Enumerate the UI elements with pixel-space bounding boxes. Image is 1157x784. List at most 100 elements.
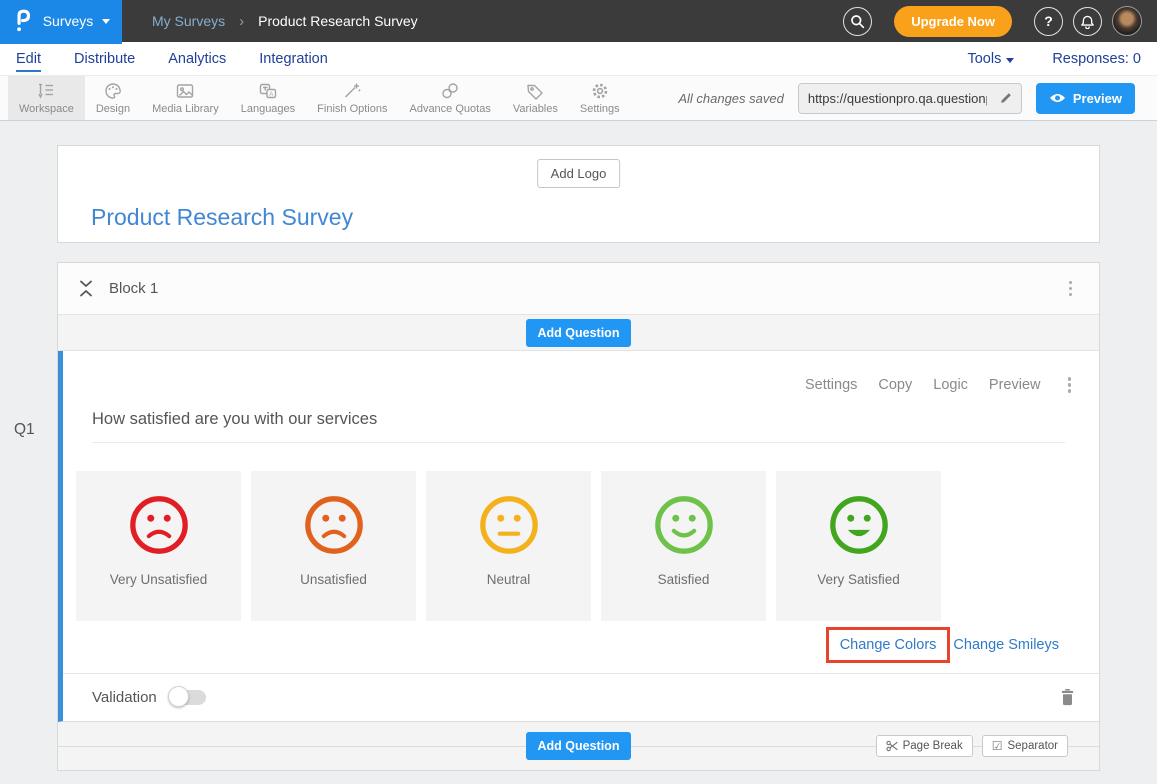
survey-header-card: Add Logo Product Research Survey — [57, 145, 1100, 243]
validation-toggle[interactable] — [170, 690, 206, 705]
toolbar-right: All changes saved Preview — [678, 76, 1149, 120]
image-icon — [175, 82, 195, 100]
smiley-frown-icon — [303, 494, 365, 556]
search-button[interactable] — [843, 7, 872, 36]
scissors-icon — [886, 740, 898, 752]
trash-icon — [1060, 688, 1075, 706]
breadcrumb-my-surveys[interactable]: My Surveys — [152, 13, 225, 29]
eye-icon — [1049, 92, 1066, 104]
add-question-row-top: Add Question — [58, 315, 1099, 351]
toggle-knob — [168, 686, 189, 707]
save-status: All changes saved — [678, 91, 784, 106]
search-icon — [850, 14, 865, 29]
user-avatar[interactable] — [1112, 6, 1142, 36]
checkbox-checked-icon: ☑ — [992, 740, 1003, 752]
toolbar-item-variables[interactable]: Variables — [502, 76, 569, 120]
subnav-right: Tools Responses: 0 — [967, 51, 1141, 67]
validation-label: Validation — [92, 689, 157, 706]
question-number-label: Q1 — [14, 421, 35, 439]
page-break-button[interactable]: Page Break — [876, 735, 973, 757]
svg-text:A: A — [269, 91, 273, 97]
change-smileys-link[interactable]: Change Smileys — [953, 637, 1059, 653]
question-actions: Settings Copy Logic Preview — [63, 351, 1099, 397]
top-navbar: Surveys My Surveys › Product Research Su… — [0, 0, 1157, 42]
tag-icon — [525, 82, 545, 100]
toolbar-item-workspace[interactable]: Workspace — [8, 76, 85, 120]
survey-subnav: Edit Distribute Analytics Integration To… — [0, 42, 1157, 75]
survey-url-box — [798, 83, 1022, 114]
toolbar-item-languages[interactable]: A Languages — [230, 76, 306, 120]
block-card: Block 1 Add Question Settings Copy Logic… — [57, 262, 1100, 771]
app-menu[interactable]: Surveys — [0, 0, 122, 44]
block-title[interactable]: Block 1 — [109, 280, 158, 297]
question-logic-link[interactable]: Logic — [933, 377, 968, 393]
smiley-grin-icon — [828, 494, 890, 556]
question-copy-link[interactable]: Copy — [878, 377, 912, 393]
bell-icon — [1080, 13, 1095, 29]
toolbar-item-advance-quotas[interactable]: Advance Quotas — [398, 76, 501, 120]
change-colors-highlight-box: Change Colors — [826, 627, 951, 663]
responses-count[interactable]: Responses: 0 — [1052, 51, 1141, 67]
chain-link-icon — [440, 82, 460, 100]
toolbar-item-finish-options[interactable]: Finish Options — [306, 76, 398, 120]
question-title[interactable]: How satisfied are you with our services — [92, 410, 377, 428]
smiley-neutral-icon — [478, 494, 540, 556]
smiley-option-unsatisfied[interactable]: Unsatisfied — [251, 471, 416, 621]
chevron-down-icon — [1006, 58, 1014, 63]
upgrade-now-button[interactable]: Upgrade Now — [894, 6, 1012, 37]
toolbar-item-settings[interactable]: Settings — [569, 76, 631, 120]
smiley-option-very-unsatisfied[interactable]: Very Unsatisfied — [76, 471, 241, 621]
question-title-wrap: How satisfied are you with our services — [92, 410, 1065, 443]
edit-url-button[interactable] — [991, 91, 1021, 105]
help-button[interactable]: ? — [1034, 7, 1063, 36]
question-settings-link[interactable]: Settings — [805, 377, 857, 393]
smiley-frown-icon — [128, 494, 190, 556]
notifications-button[interactable] — [1073, 7, 1102, 36]
gear-icon — [590, 82, 610, 100]
smiley-options-row: Very Unsatisfied Unsatisfied — [76, 471, 1099, 621]
palette-icon — [103, 82, 123, 100]
question-preview-link[interactable]: Preview — [989, 377, 1041, 393]
breadcrumb-current-survey: Product Research Survey — [258, 13, 418, 29]
workspace-icon — [36, 82, 56, 100]
questionpro-logo-icon — [12, 7, 34, 35]
add-question-button-top[interactable]: Add Question — [526, 319, 632, 347]
survey-url-input[interactable] — [799, 91, 991, 106]
app-menu-label: Surveys — [43, 13, 94, 29]
smiley-links-row: Change Colors Change Smileys — [63, 627, 1059, 663]
survey-title[interactable]: Product Research Survey — [91, 204, 353, 231]
smiley-option-satisfied[interactable]: Satisfied — [601, 471, 766, 621]
tab-edit[interactable]: Edit — [16, 51, 41, 67]
preview-button[interactable]: Preview — [1036, 83, 1135, 114]
tab-integration[interactable]: Integration — [259, 51, 328, 67]
chevron-down-icon — [102, 19, 110, 24]
add-logo-button[interactable]: Add Logo — [537, 159, 621, 188]
smiley-smile-icon — [653, 494, 715, 556]
smiley-option-neutral[interactable]: Neutral — [426, 471, 591, 621]
collapse-block-icon[interactable] — [79, 280, 93, 297]
validation-row: Validation — [63, 673, 1099, 721]
breadcrumb: My Surveys › Product Research Survey — [152, 13, 418, 30]
smiley-option-very-satisfied[interactable]: Very Satisfied — [776, 471, 941, 621]
toolbar-item-media-library[interactable]: Media Library — [141, 76, 230, 120]
breadcrumb-separator: › — [239, 13, 244, 30]
block-menu-kebab-icon[interactable] — [1063, 277, 1079, 301]
block-footer: Add Question Page Break ☑ Separator — [58, 722, 1099, 770]
toolbar-item-design[interactable]: Design — [85, 76, 141, 120]
tab-distribute[interactable]: Distribute — [74, 51, 135, 67]
topbar-actions: Upgrade Now ? — [843, 6, 1157, 37]
question-menu-kebab-icon[interactable] — [1062, 373, 1078, 397]
block-header: Block 1 — [58, 263, 1099, 315]
tab-analytics[interactable]: Analytics — [168, 51, 226, 67]
survey-editor-canvas: Add Logo Product Research Survey Block 1… — [0, 121, 1157, 771]
add-question-button-bottom[interactable]: Add Question — [526, 732, 632, 760]
delete-question-button[interactable] — [1060, 688, 1075, 706]
editor-toolbar: Workspace Design Media Library A Languag… — [0, 75, 1157, 121]
change-colors-link[interactable]: Change Colors — [840, 637, 937, 653]
help-label: ? — [1044, 13, 1053, 29]
tools-menu[interactable]: Tools — [967, 51, 1014, 67]
translate-icon: A — [258, 82, 278, 100]
question-card-q1: Settings Copy Logic Preview How satisfie… — [58, 351, 1099, 722]
separator-button[interactable]: ☑ Separator — [982, 735, 1068, 757]
wand-icon — [342, 82, 362, 100]
